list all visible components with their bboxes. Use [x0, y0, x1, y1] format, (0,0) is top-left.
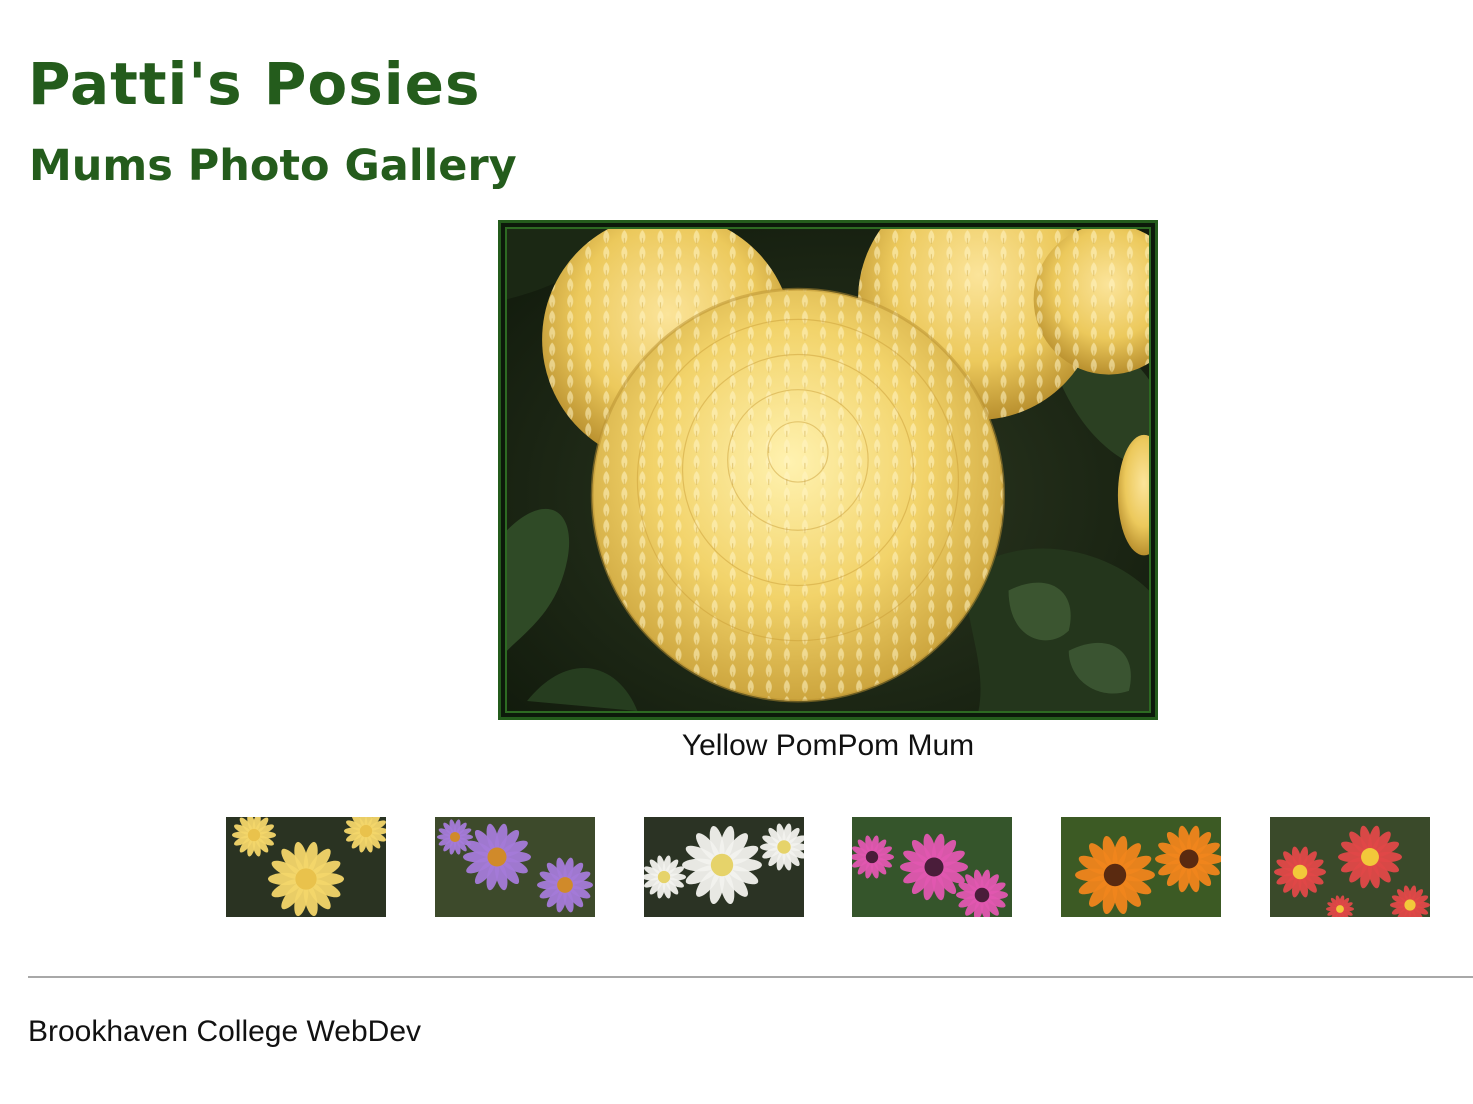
page-subtitle: Mums Photo Gallery — [29, 141, 517, 191]
yellow-pompom-mum-photo — [505, 227, 1151, 713]
footer-text: Brookhaven College WebDev — [28, 1015, 422, 1048]
purple-aster-thumbnail[interactable] — [435, 817, 595, 917]
image-caption: Yellow PomPom Mum — [681, 729, 975, 762]
site-title: Patti's Posies — [28, 50, 481, 118]
purple-aster-thumbnail-image — [435, 817, 595, 917]
red-mum-thumbnail-image — [1270, 817, 1430, 917]
main-photo-svg — [507, 229, 1149, 711]
white-mum-thumbnail-image — [644, 817, 804, 917]
orange-rudbeckia-thumbnail[interactable] — [1061, 817, 1221, 917]
footer-divider — [28, 976, 1473, 978]
yellow-pompom-mum-thumbnail[interactable] — [226, 817, 386, 917]
red-mum-thumbnail[interactable] — [1270, 817, 1430, 917]
orange-rudbeckia-thumbnail-image — [1061, 817, 1221, 917]
pink-daisy-thumbnail-image — [852, 817, 1012, 917]
thumbnail-strip — [226, 817, 1436, 917]
white-mum-thumbnail[interactable] — [644, 817, 804, 917]
yellow-pompom-mum-thumbnail-image — [226, 817, 386, 917]
pink-daisy-thumbnail[interactable] — [852, 817, 1012, 917]
main-image-frame — [498, 220, 1158, 720]
